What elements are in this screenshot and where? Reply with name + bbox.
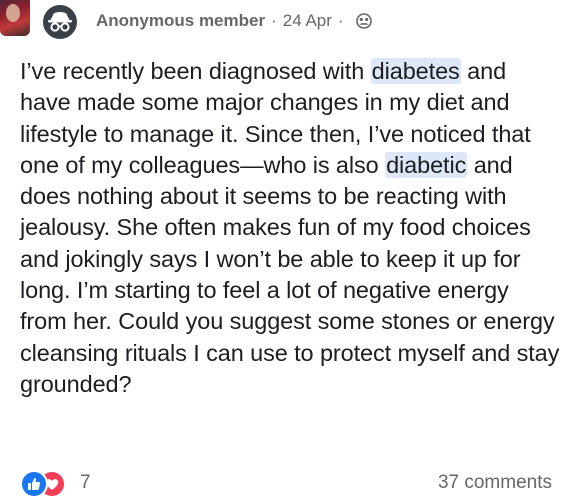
meta-separator: · — [337, 11, 344, 30]
post-body: I’ve recently been diagnosed with diabet… — [20, 56, 560, 400]
post-footer: 7 37 comments — [0, 462, 572, 500]
post-header: Anonymous member · 24 Apr · — [0, 0, 572, 42]
author-name[interactable]: Anonymous member — [96, 11, 265, 30]
anonymous-incognito-icon — [48, 12, 72, 32]
reaction-count[interactable]: 7 — [80, 472, 91, 494]
comments-count-link[interactable]: 37 comments — [438, 472, 552, 494]
group-icon[interactable] — [355, 13, 372, 29]
meta-separator: · — [271, 11, 277, 30]
post-date[interactable]: 24 Apr — [283, 11, 332, 30]
hashtag-link-diabetes[interactable]: diabetes — [370, 58, 461, 84]
post-body-text: and does nothing about it seems to be re… — [20, 151, 560, 397]
hashtag-link-diabetic[interactable]: diabetic — [385, 151, 468, 178]
post-body-text: I’ve recently been diagnosed with — [20, 58, 371, 84]
anonymous-avatar[interactable] — [40, 2, 80, 42]
post-meta: Anonymous member · 24 Apr · — [96, 11, 372, 31]
like-icon — [20, 470, 48, 498]
group-avatar[interactable] — [0, 0, 30, 36]
